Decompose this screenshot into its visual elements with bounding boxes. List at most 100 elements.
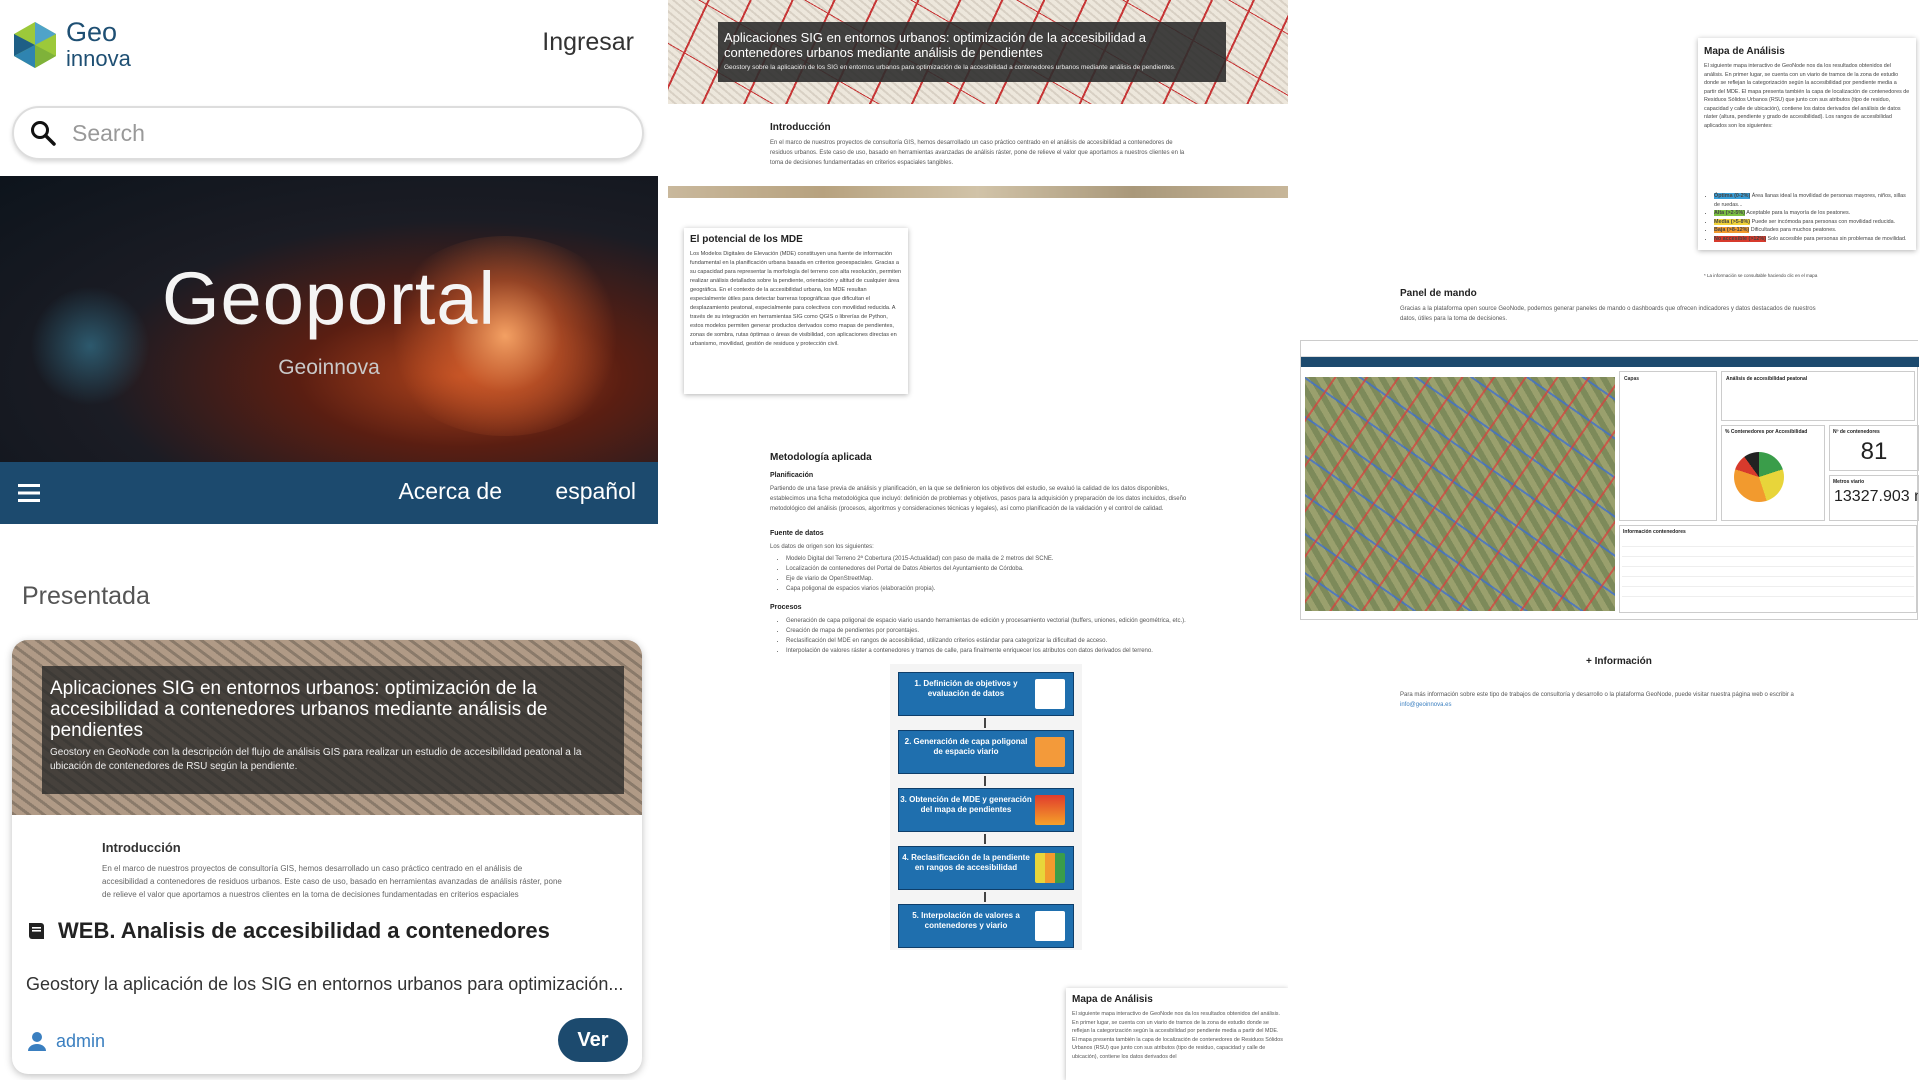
mde-text: Los Modelos Digitales de Elevación (MDE)… [690,251,902,347]
more-info-text: Para más información sobre este tipo de … [1400,690,1820,710]
checklist-icon [1035,679,1065,709]
kpi-value: 81 [1860,438,1888,465]
dashboard-text: Gracias a la plataforma open source GeoN… [1400,306,1816,322]
kpi-containers: Nº de contenedores 81 [1829,425,1919,471]
layers-panel[interactable]: Capas [1619,371,1717,521]
table-row [1622,556,1914,557]
planning-heading: Planificación [770,472,814,479]
dashboard-embed[interactable]: Capas Análisis de accesibilidad peatonal… [1300,340,1919,620]
dashboard-header [1301,341,1919,357]
search-bar[interactable]: Search [12,106,644,160]
user-icon [28,1032,46,1051]
flow-arrow [984,892,986,902]
language-selector[interactable]: español [555,478,636,505]
geoportal-mobile-view: Geo innova Ingresar Search Geoportal Geo… [0,0,658,1080]
flow-arrow [984,776,986,786]
sources-intro: Los datos de origen son los siguientes: [770,544,874,550]
range-text: Aceptable para la mayoría de los peatone… [1746,210,1851,216]
more-info-body: Para más información sobre este tipo de … [1400,692,1794,698]
dashboard-map[interactable] [1305,377,1615,611]
mde-heading: El potencial de los MDE [690,234,803,245]
dashboard-heading: Panel de mando [1400,288,1477,299]
source-item: Localización de contenedores del Portal … [786,564,1198,574]
process-item: Generación de capa poligonal de espacio … [786,616,1208,626]
dashboard-navbar [1301,357,1919,367]
book-icon [29,923,44,939]
flow-arrow [984,718,986,728]
hamburger-menu-icon[interactable] [18,484,40,502]
card-thumbnail[interactable]: Aplicaciones SIG en entornos urbanos: op… [12,640,642,815]
view-button[interactable]: Ver [558,1018,628,1062]
polygon-map-icon [1035,737,1065,767]
image-strip [668,186,1288,198]
flow-step-label: 3. Obtención de MDE y generación del map… [900,795,1032,814]
range-label-optima: Óptima (0-2%) [1714,193,1751,199]
table-row [1622,596,1914,597]
info-title: Análisis de accesibilidad peatonal [1726,376,1808,382]
nav-about-link[interactable]: Acerca de [398,478,502,505]
banner-title: Aplicaciones SIG en entornos urbanos: op… [724,30,1147,60]
flow-step-4: 4. Reclasificación de la pendiente en ra… [898,846,1074,890]
intro-heading: Introducción [770,122,831,133]
kpi-road-length: Metros viario 13327.903 m [1829,475,1919,521]
methodology-flowchart: 1. Definición de objetivos y evaluación … [890,664,1082,950]
elevation-icon [1035,795,1065,825]
flow-step-label: 4. Reclasificación de la pendiente en ra… [902,853,1030,872]
logo-line2: innova [66,45,131,71]
method-heading: Metodología aplicada [770,452,872,463]
source-item: Eje de viario de OpenStreetMap. [786,574,1198,584]
logo-line1: Geo [66,16,118,47]
sources-list: Modelo Digital del Terreno 2ª Cobertura … [778,554,1198,594]
range-label-baja: Baja (>8-12%) [1714,227,1750,233]
map-analysis-text: El siguiente mapa interactivo de GeoNode… [1072,1011,1283,1060]
map-analysis-heading: Mapa de Análisis [1072,994,1153,1005]
table-row [1622,566,1914,567]
featured-resource-card[interactable]: Aplicaciones SIG en entornos urbanos: op… [12,640,642,1074]
mde-card: El potencial de los MDE Los Modelos Digi… [684,228,908,394]
map-analysis-card: Mapa de Análisis El siguiente mapa inter… [1066,988,1288,1080]
logo-text: Geo innova [66,18,131,71]
card-intro-text: En el marco de nuestros proyectos de con… [102,864,562,899]
bar-chart-icon [1035,853,1065,883]
login-link[interactable]: Ingresar [542,28,634,57]
geoinnova-logo[interactable]: Geo innova [10,18,131,71]
range-item: Baja (>8-12%) Dificultades para muchos p… [1714,226,1910,235]
process-item: Reclasificación del MDE en rangos de acc… [786,636,1208,646]
range-item: Óptima (0-2%) Área llanas ideal la movil… [1714,192,1910,209]
flow-step-label: 2. Generación de capa poligonal de espac… [904,737,1028,756]
table-row [1622,576,1914,577]
source-item: Capa poligonal de espacios viarios (elab… [786,584,1198,594]
pie-widget: % Contenedores por Accesibilidad [1721,425,1825,521]
card-title[interactable]: WEB. Analisis de accesibilidad a contene… [26,918,550,944]
accessibility-pie-chart [1734,452,1784,502]
card-owner-name: admin [56,1030,106,1051]
process-item: Interpolación de valores ráster a conten… [786,646,1208,656]
card-intro-heading: Introducción [102,840,181,855]
range-text: Dificultades para muchos peatones. [1750,227,1837,233]
more-info-heading: + Información [1586,656,1652,667]
process-item: Creación de mapa de pendientes por porce… [786,626,1208,636]
table-row [1622,546,1914,547]
email-link[interactable]: info@geoinnova.es [1400,700,1820,710]
range-item: Alta (>2-5%) Aceptable para la mayoría d… [1714,209,1910,218]
intro-text: En el marco de nuestros proyectos de con… [770,140,1185,166]
card-description: Geostory la aplicación de los SIG en ent… [26,974,624,994]
hero-banner: Geoportal Geoinnova [0,176,658,462]
range-text: Puede ser incómoda para personas con mov… [1751,218,1896,225]
planning-text: Partiendo de una fase previa de análisis… [770,486,1187,512]
table-row [1622,586,1914,587]
card-owner[interactable]: admin [26,1030,105,1052]
thumbnail-subtitle: Geostory en GeoNode con la descripción d… [50,747,582,772]
flow-step-3: 3. Obtención de MDE y generación del map… [898,788,1074,832]
kpi-title: Metros viario [1833,479,1865,485]
featured-heading: Presentada [22,582,150,610]
geostory-page-top: Aplicaciones SIG en entornos urbanos: op… [668,0,1288,1080]
hero-title: Geoportal [162,257,496,340]
map-analysis-heading: Mapa de Análisis [1704,46,1785,57]
flow-step-label: 5. Interpolación de valores a contenedor… [912,911,1020,930]
flow-step-label: 1. Definición de objetivos y evaluación … [914,679,1018,698]
search-input[interactable]: Search [72,120,145,147]
sources-heading: Fuente de datos [770,530,824,537]
pie-title: % Contenedores por Accesibilidad [1725,429,1808,435]
kpi-title: Nº de contenedores [1833,429,1880,435]
